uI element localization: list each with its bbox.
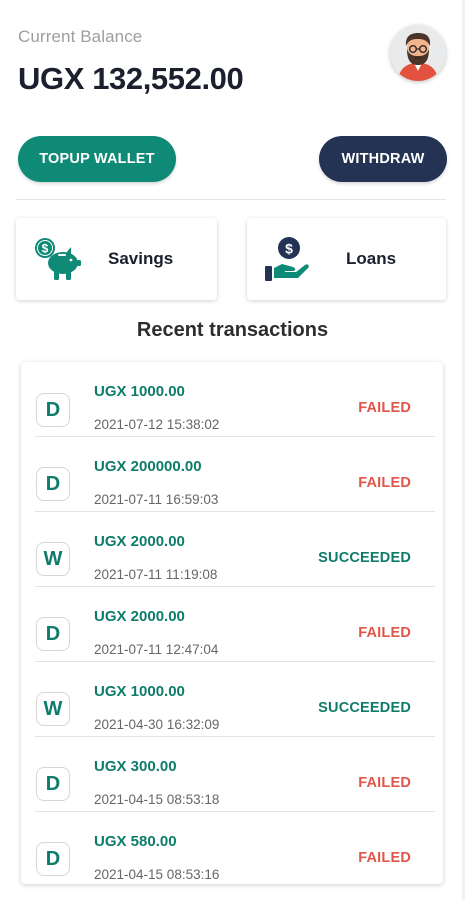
balance-label: Current Balance (18, 27, 143, 46)
table-row[interactable]: W UGX 2000.00 2021-07-11 11:19:08 SUCCEE… (21, 512, 443, 587)
transaction-date: 2021-07-12 15:38:02 (94, 417, 220, 432)
transaction-status: SUCCEEDED (318, 700, 411, 716)
table-row[interactable]: D UGX 580.00 2021-04-15 08:53:16 FAILED (21, 812, 443, 884)
table-row[interactable]: D UGX 300.00 2021-04-15 08:53:18 FAILED (21, 737, 443, 812)
transaction-status: FAILED (358, 625, 411, 641)
loans-card[interactable]: $ Loans (247, 218, 446, 300)
transaction-type-badge: D (36, 617, 70, 651)
transaction-amount: UGX 1000.00 (94, 683, 185, 700)
table-row[interactable]: D UGX 2000.00 2021-07-11 12:47:04 FAILED (21, 587, 443, 662)
transaction-amount: UGX 2000.00 (94, 608, 185, 625)
transaction-amount: UGX 200000.00 (94, 458, 202, 475)
transaction-status: FAILED (358, 475, 411, 491)
topup-wallet-button[interactable]: TOPUP WALLET (18, 136, 176, 182)
hand-dollar-coin-icon: $ (265, 237, 309, 281)
table-row[interactable]: D UGX 1000.00 2021-07-12 15:38:02 FAILED (21, 362, 443, 437)
transaction-date: 2021-04-30 16:32:09 (94, 717, 220, 732)
transaction-status: FAILED (358, 850, 411, 866)
transaction-type-badge: D (36, 767, 70, 801)
divider (16, 199, 446, 200)
savings-label: Savings (108, 249, 174, 268)
savings-card[interactable]: $ Savings (16, 218, 217, 300)
table-row[interactable]: D UGX 200000.00 2021-07-11 16:59:03 FAIL… (21, 437, 443, 512)
transaction-status: FAILED (358, 775, 411, 791)
transaction-type-badge: D (36, 393, 70, 427)
recent-transactions-title: Recent transactions (136, 319, 329, 341)
transaction-date: 2021-07-11 12:47:04 (94, 642, 219, 657)
svg-text:$: $ (285, 241, 293, 257)
transaction-amount: UGX 2000.00 (94, 533, 185, 550)
balance-value: UGX 132,552.00 (18, 61, 244, 96)
transaction-date: 2021-07-11 16:59:03 (94, 492, 219, 507)
avatar[interactable] (390, 25, 446, 81)
transaction-type-badge: D (36, 842, 70, 876)
transaction-date: 2021-04-15 08:53:16 (94, 867, 220, 882)
transaction-type-badge: D (36, 467, 70, 501)
transaction-type-badge: W (36, 692, 70, 726)
transaction-status: FAILED (358, 400, 411, 416)
transaction-status: SUCCEEDED (318, 550, 411, 566)
transaction-amount: UGX 580.00 (94, 833, 177, 850)
transaction-date: 2021-07-11 11:19:08 (94, 567, 218, 582)
piggy-bank-dollar-icon: $ (35, 238, 81, 280)
transaction-amount: UGX 1000.00 (94, 383, 185, 400)
loans-label: Loans (346, 249, 397, 268)
withdraw-button[interactable]: WITHDRAW (319, 136, 447, 182)
avatar-icon (390, 25, 446, 81)
transaction-type-badge: W (36, 542, 70, 576)
transaction-date: 2021-04-15 08:53:18 (94, 792, 220, 807)
table-row[interactable]: W UGX 1000.00 2021-04-30 16:32:09 SUCCEE… (21, 662, 443, 737)
wallet-screen: Current Balance UGX 132,552.00 TOPUP WAL… (0, 0, 465, 900)
transaction-amount: UGX 300.00 (94, 758, 177, 775)
svg-text:$: $ (42, 242, 49, 256)
transactions-list: D UGX 1000.00 2021-07-12 15:38:02 FAILED… (21, 362, 443, 884)
